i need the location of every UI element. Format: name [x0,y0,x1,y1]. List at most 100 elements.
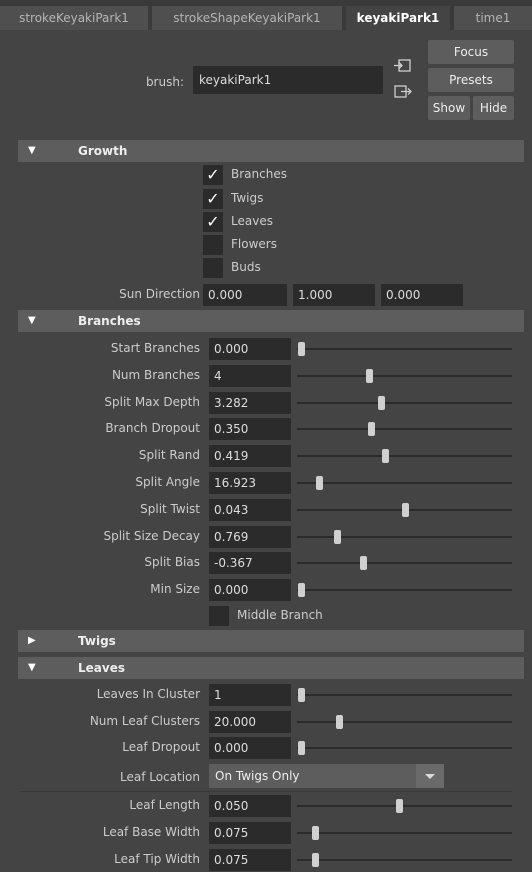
num-leaf-clusters-slider[interactable] [297,720,512,723]
input-connection-icon[interactable] [393,57,413,75]
split-bias-slider[interactable] [297,562,512,565]
num-leaf-clusters-field[interactable]: 20.000 [209,710,291,733]
sun-direction-label: Sun Direction [119,287,200,301]
start-branches-slider[interactable] [297,348,512,350]
split-max-depth-slider-handle[interactable] [378,395,385,410]
leaves-section-header[interactable]: ▼ Leaves [18,657,524,679]
twigs-section-header[interactable]: ▶ Twigs [18,630,524,652]
num-branches-field[interactable]: 4 [209,364,291,387]
split-angle-slider[interactable] [297,482,512,484]
leaf-tip-width-slider[interactable] [297,859,512,861]
split-angle-label: Split Angle [135,475,200,489]
show-button[interactable]: Show [428,96,470,120]
branch-dropout-field[interactable]: 0.350 [209,418,291,441]
split-bias-label: Split Bias [144,555,200,570]
checkbox-empty[interactable] [203,235,223,255]
brush-name-field[interactable]: keyakiPark1 [193,66,383,94]
sun-direction-y-field[interactable]: 1.000 [293,284,375,306]
leaf-location-dropdown[interactable]: On Twigs Only [209,764,444,788]
branch-dropout-slider[interactable] [297,428,512,431]
collapsed-arrow-icon: ▶ [28,635,36,646]
checkbox-empty[interactable] [209,606,229,626]
checkbox-label: Flowers [231,237,277,251]
expanded-arrow-icon: ▼ [28,662,36,673]
split-bias-slider-handle[interactable] [360,556,367,571]
start-branches-slider-handle[interactable] [298,342,305,356]
focus-button[interactable]: Focus [428,40,514,64]
sun-direction-z-field[interactable]: 0.000 [381,284,463,306]
min-size-field[interactable]: 0.000 [209,579,291,602]
checkmark-icon[interactable]: ✓ [203,212,223,232]
leaves-in-cluster-field[interactable]: 1 [209,684,291,706]
leaf-base-width-field[interactable]: 0.075 [209,822,291,844]
split-size-decay-slider-handle[interactable] [334,529,341,544]
split-rand-field[interactable]: 0.419 [209,445,291,468]
split-max-depth-label: Split Max Depth [104,394,200,409]
branch-dropout-label: Branch Dropout [105,421,200,436]
tab-bar: strokeKeyakiPark1 strokeShapeKeyakiPark1… [0,0,532,30]
leaves-in-cluster-slider[interactable] [297,694,512,696]
output-connection-icon[interactable] [393,83,413,101]
sun-direction-x-field[interactable]: 0.000 [203,284,287,306]
split-twist-slider-handle[interactable] [402,502,409,517]
leaf-dropout-slider[interactable] [297,747,512,749]
divider [20,791,512,792]
section-title: Twigs [78,634,116,648]
tab-stroke-keyaki-park[interactable]: strokeKeyakiPark1 [0,6,148,30]
leaves-in-cluster-label: Leaves In Cluster [96,687,200,701]
hide-button[interactable]: Hide [473,96,514,120]
split-twist-field[interactable]: 0.043 [209,498,291,521]
num-branches-slider-handle[interactable] [366,368,373,383]
branches-section-header[interactable]: ▼ Branches [18,310,524,332]
leaf-base-width-slider-handle[interactable] [312,826,319,840]
split-rand-label: Split Rand [138,448,200,463]
leaf-length-field[interactable]: 0.050 [209,795,291,817]
num-branches-label: Num Branches [111,367,200,382]
expanded-arrow-icon: ▼ [28,315,36,326]
split-max-depth-slider[interactable] [297,401,512,404]
start-branches-field[interactable]: 0.000 [209,338,291,360]
num-branches-slider[interactable] [297,374,512,377]
split-angle-slider-handle[interactable] [316,476,323,490]
min-size-slider-handle[interactable] [298,583,305,598]
tab-keyaki-park[interactable]: keyakiPark1 [346,6,450,30]
split-size-decay-slider[interactable] [297,535,512,538]
checkmark-icon[interactable]: ✓ [203,165,223,185]
checkbox-label: Leaves [231,214,273,228]
growth-section-header[interactable]: ▼ Growth [18,140,524,162]
leaf-length-label: Leaf Length [129,798,200,812]
split-twist-label: Split Twist [140,501,200,516]
leaf-dropout-field[interactable]: 0.000 [209,737,291,759]
split-size-decay-field[interactable]: 0.769 [209,525,291,548]
dropdown-value: On Twigs Only [215,769,300,783]
num-leaf-clusters-label: Num Leaf Clusters [89,713,200,728]
leaf-dropout-label: Leaf Dropout [122,740,200,754]
leaf-base-width-label: Leaf Base Width [102,825,200,839]
tab-time[interactable]: time1 [454,6,532,30]
checkmark-icon[interactable]: ✓ [203,189,223,209]
leaf-base-width-slider[interactable] [297,832,512,834]
leaf-dropout-slider-handle[interactable] [298,741,305,755]
split-angle-field[interactable]: 16.923 [209,472,291,494]
leaf-length-slider[interactable] [297,805,512,807]
leaf-location-label: Leaf Location [119,770,200,784]
leaf-tip-width-field[interactable]: 0.075 [209,849,291,871]
presets-button[interactable]: Presets [428,68,514,92]
split-rand-slider-handle[interactable] [382,449,389,464]
split-max-depth-field[interactable]: 3.282 [209,391,291,414]
leaves-in-cluster-slider-handle[interactable] [298,688,305,702]
checkbox-label: Branches [231,167,287,181]
section-title: Growth [78,144,128,158]
leaf-tip-width-slider-handle[interactable] [312,853,319,867]
min-size-slider[interactable] [297,589,512,592]
num-leaf-clusters-slider-handle[interactable] [336,714,343,729]
split-bias-field[interactable]: -0.367 [209,552,291,575]
split-size-decay-label: Split Size Decay [103,528,200,543]
start-branches-label: Start Branches [110,341,200,355]
leaf-length-slider-handle[interactable] [396,799,403,813]
branch-dropout-slider-handle[interactable] [368,422,375,437]
checkbox-empty[interactable] [203,258,223,278]
tab-stroke-shape-keyaki-park[interactable]: strokeShapeKeyakiPark1 [152,6,342,30]
chevron-down-icon[interactable] [416,764,444,788]
split-rand-slider[interactable] [297,455,512,458]
